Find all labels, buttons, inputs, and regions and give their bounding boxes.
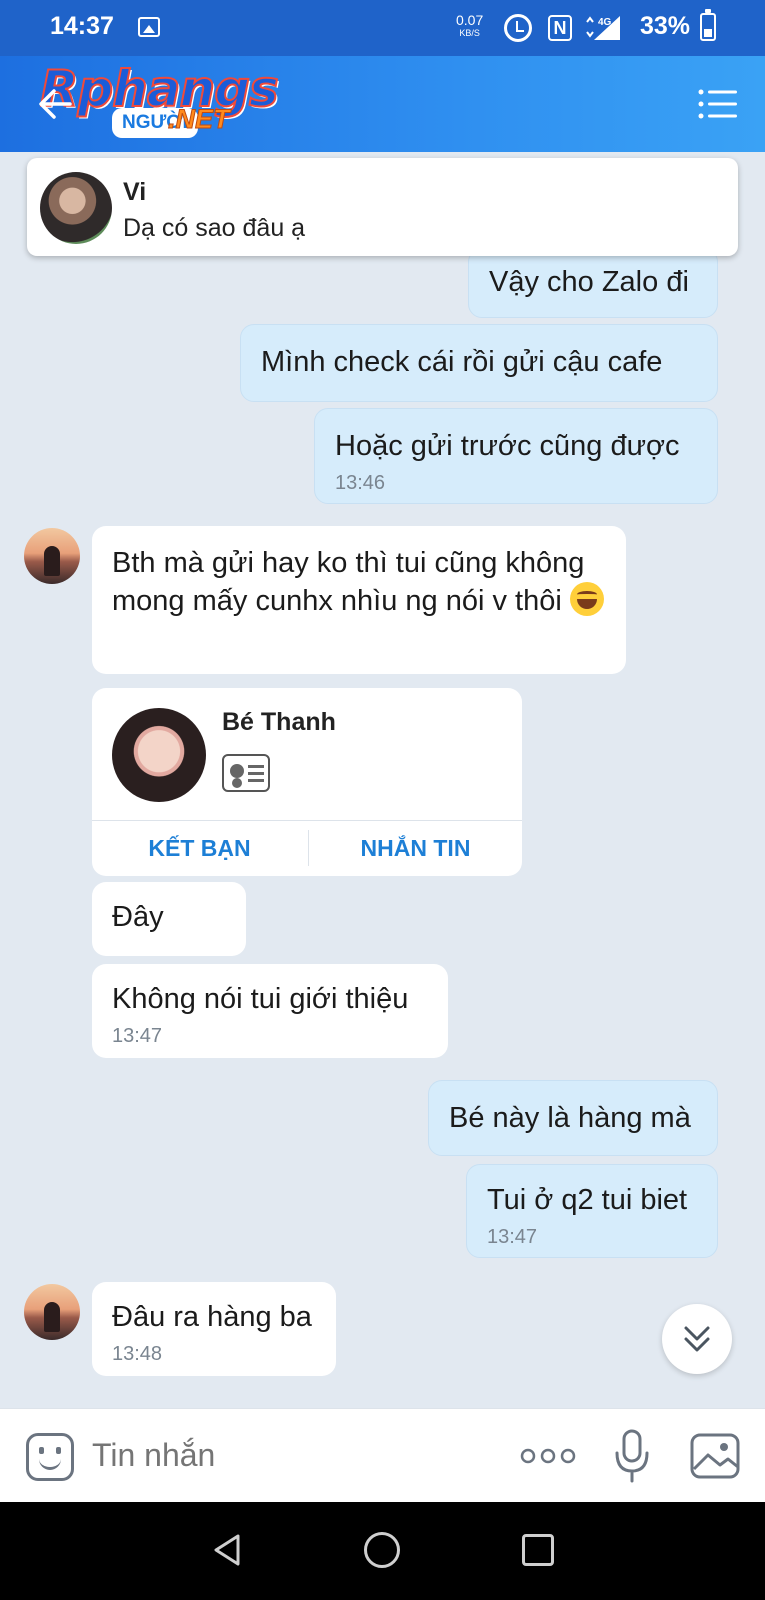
message-bubble-sent[interactable]: Vậy cho Zalo đi (468, 248, 718, 318)
nav-recents-icon[interactable] (522, 1534, 554, 1566)
pinned-avatar (40, 172, 112, 244)
pinned-message-text: Dạ có sao đâu ạ (123, 214, 306, 242)
menu-icon[interactable] (698, 88, 738, 120)
message-bubble-received[interactable]: Không nói tui giới thiệu 13:47 (92, 964, 448, 1058)
message-bubble-sent[interactable]: Bé này là hàng mà (428, 1080, 718, 1156)
logo-net-text: .NET (168, 104, 231, 135)
message-bubble-received[interactable]: Đây (92, 882, 246, 956)
more-dots-icon[interactable] (520, 1447, 576, 1465)
alarm-icon (504, 14, 532, 42)
message-text: Đây (112, 901, 164, 933)
signal-icon: 4G (586, 16, 620, 40)
pinned-sender-name: Vi (123, 178, 147, 206)
system-navigation-bar (0, 1502, 765, 1600)
nav-home-icon[interactable] (364, 1532, 400, 1568)
battery-icon (700, 9, 716, 41)
microphone-icon[interactable] (614, 1429, 650, 1483)
message-text: Mình check cái rồi gửi cậu cafe (261, 346, 663, 378)
message-input[interactable] (92, 1437, 492, 1474)
pinned-message[interactable]: Vi Dạ có sao đâu ạ (27, 158, 738, 256)
back-arrow-icon[interactable] (36, 86, 74, 122)
tears-of-joy-emoji-icon (569, 582, 604, 616)
message-time: 13:47 (487, 1226, 538, 1248)
nfc-icon: N (548, 15, 572, 41)
chat-area[interactable]: Vậy cho Zalo đi Mình check cái rồi gửi c… (0, 152, 765, 1408)
message-bubble-received[interactable]: Đâu ra hàng ba 13:48 (92, 1282, 336, 1376)
add-friend-button[interactable]: KẾT BẠN (92, 820, 307, 876)
network-speed-value: 0.07 (456, 12, 484, 28)
message-time: 13:46 (335, 472, 386, 494)
sender-avatar[interactable] (24, 1284, 80, 1340)
contact-card[interactable]: Bé Thanh KẾT BẠN NHẮN TIN (92, 688, 522, 876)
status-time: 14:37 (50, 12, 114, 40)
send-message-button[interactable]: NHẮN TIN (308, 820, 523, 876)
message-text: Bé này là hàng mà (449, 1102, 691, 1134)
message-bubble-sent[interactable]: Mình check cái rồi gửi cậu cafe (240, 324, 718, 402)
sticker-icon[interactable] (26, 1433, 74, 1481)
network-speed: 0.07 KB/S (456, 12, 484, 40)
double-chevron-down-icon (684, 1326, 710, 1352)
message-bubble-received[interactable]: Bth mà gửi hay ko thì tui cũng không mon… (92, 526, 626, 674)
message-text: Bth mà gửi hay ko thì tui cũng không mon… (112, 547, 585, 617)
message-text: Hoặc gửi trước cũng được (335, 430, 680, 462)
site-logo: Rphangs NGƯỜI .NET (39, 59, 280, 146)
contact-name: Bé Thanh (222, 708, 336, 736)
nav-back-icon[interactable] (210, 1532, 246, 1568)
message-time: 13:47 (112, 1025, 163, 1047)
message-text: Đâu ra hàng ba (112, 1301, 312, 1333)
network-type-label: 4G (598, 17, 612, 28)
message-text: Vậy cho Zalo đi (489, 266, 689, 298)
contact-card-icon (222, 754, 270, 792)
message-bubble-sent[interactable]: Hoặc gửi trước cũng được 13:46 (314, 408, 718, 504)
gallery-notification-icon (138, 17, 160, 37)
network-speed-unit: KB/S (459, 28, 480, 38)
sender-avatar[interactable] (24, 528, 80, 584)
message-text: Không nói tui giới thiệu (112, 983, 409, 1015)
app-header: Rphangs NGƯỜI .NET (0, 56, 765, 152)
message-text: Tui ở q2 tui biet (487, 1184, 688, 1216)
message-input-bar (0, 1408, 765, 1502)
contact-avatar[interactable] (112, 708, 206, 802)
message-bubble-sent[interactable]: Tui ở q2 tui biet 13:47 (466, 1164, 718, 1258)
scroll-to-bottom-button[interactable] (662, 1304, 732, 1374)
message-time: 13:48 (112, 1343, 163, 1365)
status-bar: 14:37 0.07 KB/S N 4G 33% (0, 0, 765, 56)
image-icon[interactable] (690, 1433, 740, 1479)
battery-percent: 33% (640, 12, 691, 40)
